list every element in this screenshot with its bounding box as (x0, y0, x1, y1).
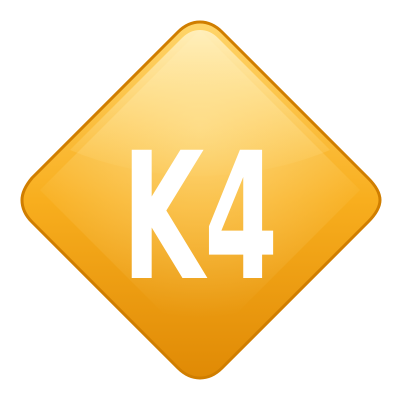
k4-logo (20, 20, 382, 380)
logo-canvas: K4 (0, 0, 400, 400)
